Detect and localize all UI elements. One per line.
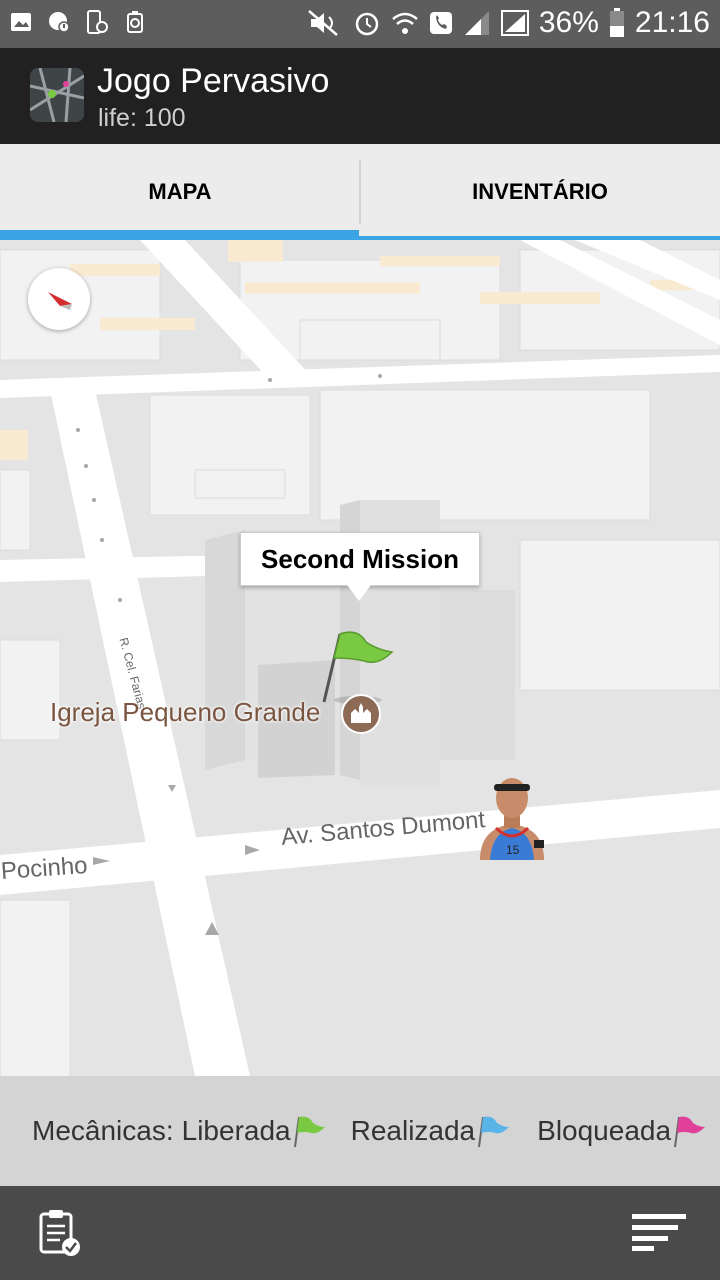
- mechanics-legend: Mecânicas: Liberada Realizada Bloqueada: [0, 1076, 720, 1186]
- signal-icon: [500, 10, 529, 36]
- poi-label[interactable]: Igreja Pequeno Grande: [50, 697, 320, 728]
- map-app-icon: [30, 68, 84, 122]
- image-icon: [11, 13, 31, 31]
- mission-callout[interactable]: Second Mission: [240, 532, 480, 601]
- blue-flag-icon: [478, 1116, 510, 1148]
- signal-icon: [464, 11, 489, 35]
- pink-flag-icon: [674, 1116, 706, 1148]
- app-title: Jogo Pervasivo: [97, 62, 330, 100]
- life-counter: life: 100: [98, 104, 186, 132]
- phone-clock-icon: [87, 10, 108, 34]
- legend-item-realizada: Realizada: [350, 1115, 476, 1146]
- compass-icon: [48, 292, 72, 310]
- clipboard-check-icon[interactable]: [38, 1208, 84, 1258]
- basketball-player-icon[interactable]: 15: [474, 768, 550, 868]
- recycle-icon: [127, 11, 143, 33]
- legend-item-bloqueada: Bloqueada: [537, 1115, 672, 1146]
- map-view[interactable]: Av. Santos Dumont Pocinho R. Cel. Farias…: [0, 240, 720, 1076]
- status-bar: 36% 21:16: [0, 0, 720, 48]
- green-flag-icon: [293, 1116, 325, 1148]
- tab-mapa[interactable]: MAPA: [0, 144, 360, 240]
- status-left-icons: [10, 10, 146, 34]
- sort-lines-icon[interactable]: [630, 1212, 688, 1252]
- player-number: 15: [506, 843, 520, 857]
- legend-item-liberada: Liberada: [181, 1115, 291, 1146]
- app-bar: Jogo Pervasivo life: 100: [0, 48, 720, 144]
- alarm-icon: [355, 12, 379, 36]
- church-icon[interactable]: [340, 693, 382, 735]
- clock: 21:16: [634, 6, 710, 39]
- status-right: 36% 21:16: [307, 6, 710, 40]
- tab-selected-indicator: [0, 230, 359, 240]
- bottom-bar: [0, 1186, 720, 1280]
- mute-icon: [308, 10, 338, 36]
- battery-icon: [609, 8, 624, 37]
- battery-percent: 36%: [538, 6, 599, 39]
- chat-alert-icon: [49, 12, 70, 33]
- legend-prefix: Mecânicas:: [32, 1115, 174, 1146]
- phone-icon: [429, 12, 452, 34]
- compass-button[interactable]: [28, 268, 90, 330]
- wifi-call-icon: [392, 12, 418, 34]
- tab-divider: [359, 160, 361, 224]
- tab-inventario[interactable]: INVENTÁRIO: [360, 144, 720, 240]
